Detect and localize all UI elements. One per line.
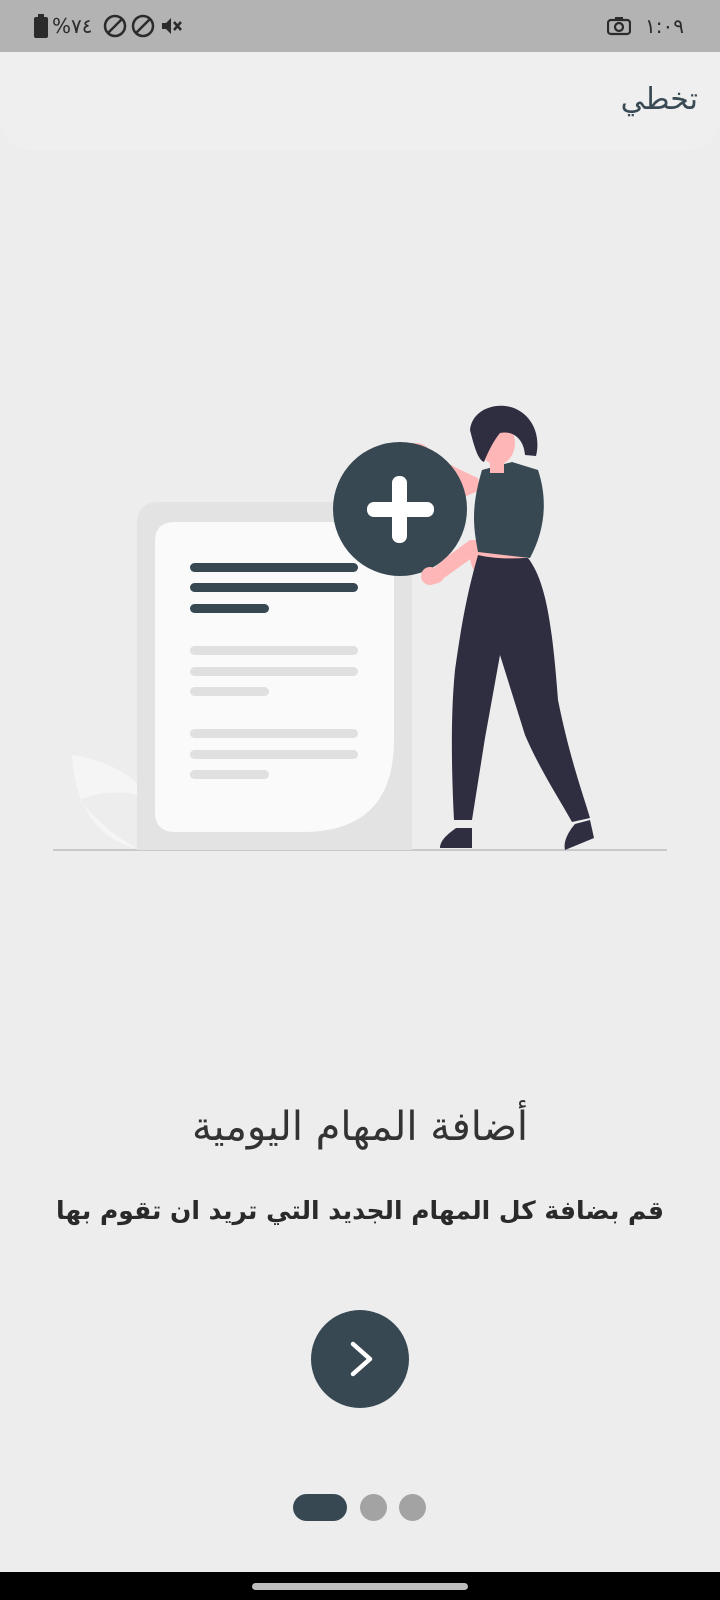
- page-dot[interactable]: [360, 1494, 387, 1521]
- onboarding-illustration: [53, 405, 667, 851]
- page-dot[interactable]: [399, 1494, 426, 1521]
- page-dot-active[interactable]: [293, 1494, 347, 1521]
- onboarding-title: أضافة المهام اليومية: [191, 1104, 529, 1150]
- chevron-right-icon: [350, 1341, 373, 1377]
- onboarding-description: قم بضافة كل المهام الجديد التي تريد ان ت…: [55, 1196, 665, 1225]
- next-button[interactable]: [311, 1310, 409, 1408]
- navigation-bar: [0, 1572, 720, 1600]
- home-indicator[interactable]: [252, 1583, 468, 1590]
